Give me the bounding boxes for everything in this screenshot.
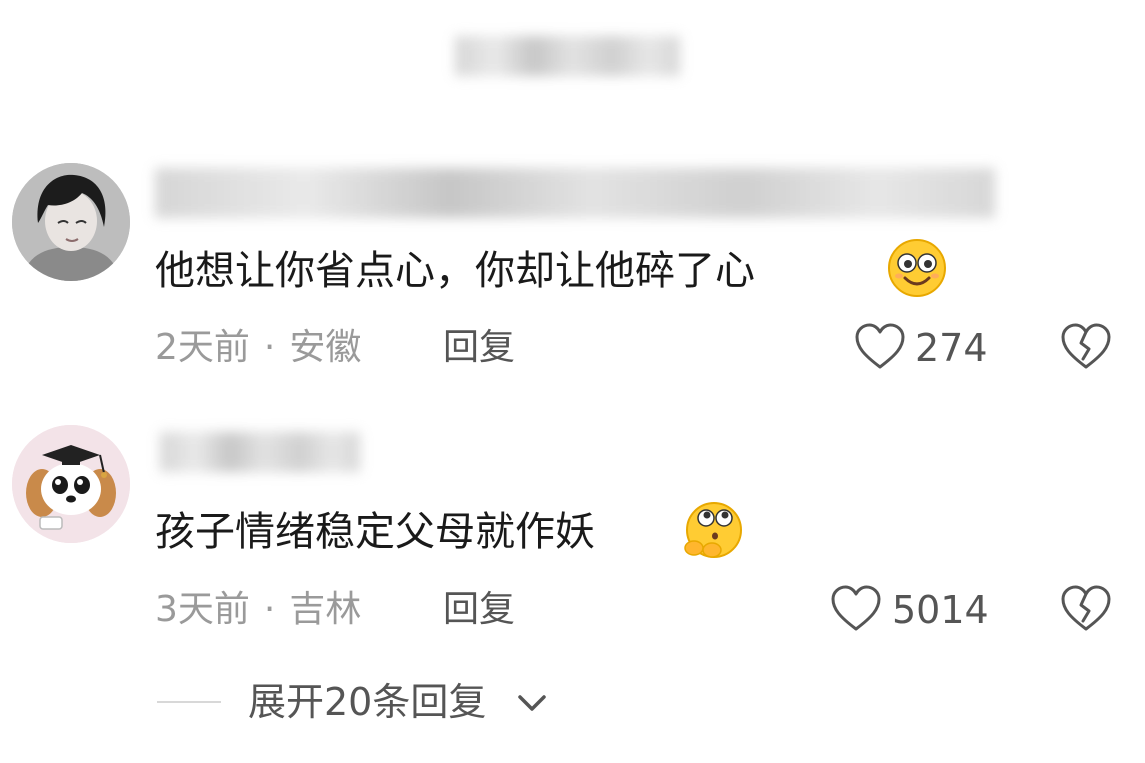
broken-heart-icon[interactable]	[1060, 585, 1112, 633]
like-count: 274	[915, 326, 988, 370]
comment-section: 他想让你省点心，你却让他碎了心 2天前 · 安徽 回复 274 孩子情绪稳定父母…	[0, 0, 1145, 763]
blurred-username[interactable]	[155, 168, 995, 218]
comment-location: 吉林	[289, 589, 362, 630]
like-count: 5014	[892, 588, 989, 632]
comment-location: 安徽	[289, 327, 362, 368]
comment-text: 孩子情绪稳定父母就作妖	[155, 509, 595, 555]
blurred-username[interactable]	[160, 432, 360, 472]
avatar-portrait-icon	[12, 163, 130, 281]
comment-time: 3天前	[155, 589, 250, 630]
reply-button[interactable]: 回复	[443, 326, 515, 370]
meta-separator: ·	[263, 327, 276, 368]
blurred-header	[455, 36, 680, 76]
avatar[interactable]	[12, 163, 130, 281]
comment-time: 2天前	[155, 327, 250, 368]
comment-meta: 3天前 · 吉林	[155, 588, 361, 632]
heart-icon[interactable]	[854, 323, 906, 371]
avatar[interactable]	[12, 425, 130, 543]
avatar-puppy-icon	[12, 425, 130, 543]
heart-icon[interactable]	[830, 585, 882, 633]
pleading-face-emoji-icon	[682, 500, 742, 560]
comment-text: 他想让你省点心，你却让他碎了心	[155, 248, 755, 294]
meta-separator: ·	[263, 589, 276, 630]
comment-meta: 2天前 · 安徽	[155, 326, 361, 370]
broken-heart-icon[interactable]	[1060, 323, 1112, 371]
reply-button[interactable]: 回复	[443, 588, 515, 632]
chevron-down-icon[interactable]	[514, 688, 550, 718]
expand-replies-button[interactable]: 展开20条回复	[248, 680, 486, 724]
expand-divider	[157, 701, 221, 703]
smiling-face-emoji-icon	[887, 238, 947, 298]
